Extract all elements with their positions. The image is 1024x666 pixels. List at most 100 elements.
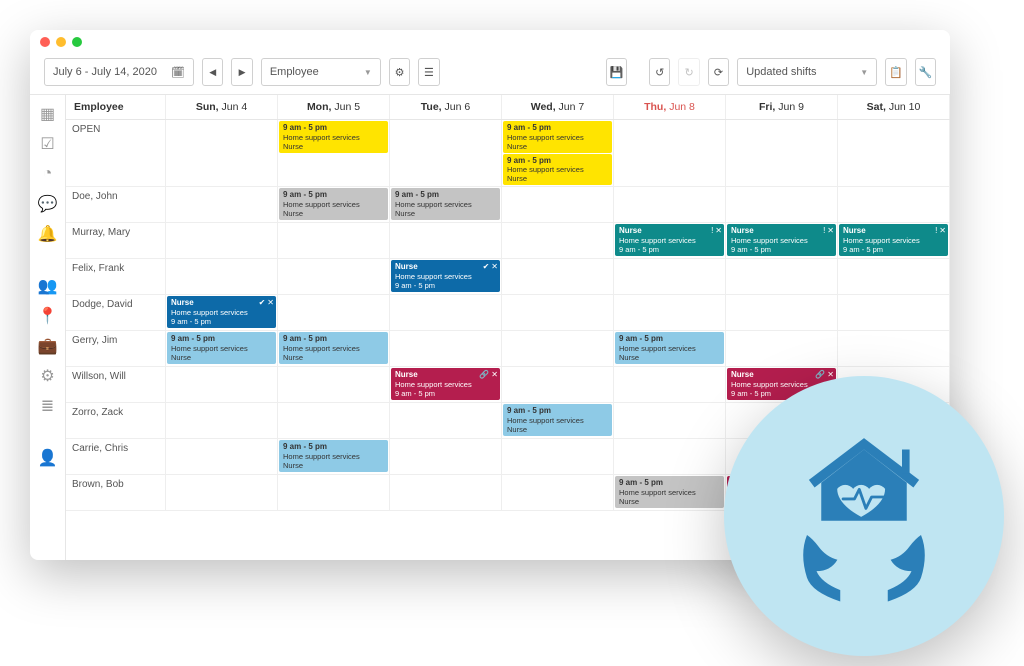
day-cell[interactable] — [838, 331, 950, 366]
filter-select[interactable]: Updated shifts ▼ — [737, 58, 877, 86]
day-cell[interactable] — [390, 295, 502, 330]
day-cell[interactable] — [502, 223, 614, 258]
day-cell[interactable] — [390, 331, 502, 366]
day-cell[interactable] — [502, 439, 614, 474]
profile-button[interactable]: 👤 — [39, 449, 57, 467]
employee-name[interactable]: Brown, Bob — [66, 475, 166, 510]
shift-card[interactable]: NurseHome support services9 am - 5 pm✔✕ — [167, 296, 276, 328]
shift-card[interactable]: 9 am - 5 pmHome support servicesNurse — [279, 188, 388, 220]
day-cell[interactable]: 9 am - 5 pmHome support servicesNurse — [166, 331, 278, 366]
employee-name[interactable]: OPEN — [66, 120, 166, 186]
day-cell[interactable] — [390, 120, 502, 186]
minimize-icon[interactable] — [56, 37, 66, 47]
prev-week-button[interactable]: ◀ — [202, 58, 223, 86]
day-cell[interactable] — [278, 475, 390, 510]
day-cell[interactable] — [166, 403, 278, 438]
shift-card[interactable]: 9 am - 5 pmHome support servicesNurse — [279, 440, 388, 472]
shift-status-icon[interactable]: ✕ — [715, 226, 722, 236]
shift-status-icon[interactable]: ✕ — [267, 298, 274, 308]
day-cell[interactable]: 9 am - 5 pmHome support servicesNurse — [390, 187, 502, 222]
employee-name[interactable]: Dodge, David — [66, 295, 166, 330]
shift-card[interactable]: NurseHome support services9 am - 5 pm!✕ — [727, 224, 836, 256]
maximize-icon[interactable] — [72, 37, 82, 47]
alerts-button[interactable]: 🔔 — [39, 225, 57, 243]
list-button[interactable]: ≣ — [39, 397, 57, 415]
shift-status-icon[interactable]: ! — [711, 226, 713, 236]
day-cell[interactable] — [278, 403, 390, 438]
day-cell[interactable] — [614, 120, 726, 186]
day-cell[interactable] — [838, 187, 950, 222]
column-header-day[interactable]: Tue, Jun 6 — [390, 95, 502, 119]
sliders-button[interactable]: ☰ — [418, 58, 439, 86]
shift-status-icon[interactable]: ✕ — [827, 226, 834, 236]
shift-card[interactable]: 9 am - 5 pmHome support servicesNurse — [503, 121, 612, 153]
column-header-employee[interactable]: Employee — [66, 95, 166, 119]
day-cell[interactable] — [502, 331, 614, 366]
shift-status-icon[interactable]: ✔ — [259, 298, 266, 308]
day-cell[interactable] — [614, 187, 726, 222]
day-cell[interactable] — [166, 367, 278, 402]
reports-button[interactable]: ◔ — [39, 165, 57, 183]
grid-view-button[interactable]: ▦ — [39, 105, 57, 123]
day-cell[interactable] — [726, 259, 838, 294]
day-cell[interactable]: 9 am - 5 pmHome support servicesNurse — [614, 331, 726, 366]
employee-name[interactable]: Willson, Will — [66, 367, 166, 402]
day-cell[interactable] — [502, 295, 614, 330]
column-header-day[interactable]: Wed, Jun 7 — [502, 95, 614, 119]
day-cell[interactable]: NurseHome support services9 am - 5 pm!✕ — [838, 223, 950, 258]
save-button[interactable]: 💾 — [606, 58, 627, 86]
day-cell[interactable]: 9 am - 5 pmHome support servicesNurse — [278, 439, 390, 474]
shift-card[interactable]: 9 am - 5 pmHome support servicesNurse — [503, 154, 612, 186]
shift-status-icon[interactable]: ✔ — [483, 262, 490, 272]
shift-status-icon[interactable]: ! — [935, 226, 937, 236]
employee-name[interactable]: Zorro, Zack — [66, 403, 166, 438]
day-cell[interactable] — [614, 403, 726, 438]
day-cell[interactable]: 9 am - 5 pmHome support servicesNurse — [278, 120, 390, 186]
day-cell[interactable] — [838, 295, 950, 330]
employee-name[interactable]: Murray, Mary — [66, 223, 166, 258]
employee-name[interactable]: Felix, Frank — [66, 259, 166, 294]
shift-card[interactable]: 9 am - 5 pmHome support servicesNurse — [615, 476, 724, 508]
column-header-day[interactable]: Thu, Jun 8 — [614, 95, 726, 119]
shift-card[interactable]: NurseHome support services9 am - 5 pm✔✕ — [391, 260, 500, 292]
day-cell[interactable] — [166, 187, 278, 222]
day-cell[interactable] — [614, 295, 726, 330]
shift-status-icon[interactable]: 🔗 — [479, 370, 489, 380]
employee-name[interactable]: Gerry, Jim — [66, 331, 166, 366]
chat-button[interactable]: 💬 — [39, 195, 57, 213]
day-cell[interactable] — [838, 120, 950, 186]
day-cell[interactable] — [502, 367, 614, 402]
day-cell[interactable] — [726, 331, 838, 366]
day-cell[interactable]: 9 am - 5 pmHome support servicesNurse — [278, 187, 390, 222]
date-range-select[interactable]: July 6 - July 14, 2020 🗓 — [44, 58, 194, 86]
day-cell[interactable] — [390, 403, 502, 438]
day-cell[interactable] — [278, 223, 390, 258]
day-cell[interactable] — [390, 439, 502, 474]
day-cell[interactable]: 9 am - 5 pmHome support servicesNurse — [502, 403, 614, 438]
day-cell[interactable]: NurseHome support services9 am - 5 pm🔗✕ — [390, 367, 502, 402]
tasks-button[interactable]: ☑ — [39, 135, 57, 153]
day-cell[interactable] — [278, 367, 390, 402]
day-cell[interactable] — [726, 295, 838, 330]
day-cell[interactable]: NurseHome support services9 am - 5 pm!✕ — [614, 223, 726, 258]
briefcase-button[interactable]: 💼 — [39, 337, 57, 355]
shift-card[interactable]: NurseHome support services9 am - 5 pm🔗✕ — [391, 368, 500, 400]
employee-name[interactable]: Doe, John — [66, 187, 166, 222]
next-week-button[interactable]: ▶ — [231, 58, 252, 86]
team-button[interactable]: 👥 — [39, 277, 57, 295]
day-cell[interactable]: 9 am - 5 pmHome support servicesNurse — [614, 475, 726, 510]
shift-card[interactable]: 9 am - 5 pmHome support servicesNurse — [279, 121, 388, 153]
day-cell[interactable] — [166, 259, 278, 294]
day-cell[interactable] — [166, 439, 278, 474]
shift-card[interactable]: NurseHome support services9 am - 5 pm!✕ — [839, 224, 948, 256]
day-cell[interactable]: NurseHome support services9 am - 5 pm✔✕ — [166, 295, 278, 330]
day-cell[interactable] — [614, 367, 726, 402]
employee-name[interactable]: Carrie, Chris — [66, 439, 166, 474]
shift-card[interactable]: 9 am - 5 pmHome support servicesNurse — [615, 332, 724, 364]
undo-button[interactable]: ↺ — [649, 58, 670, 86]
column-header-day[interactable]: Fri, Jun 9 — [726, 95, 838, 119]
day-cell[interactable] — [502, 475, 614, 510]
day-cell[interactable] — [278, 295, 390, 330]
column-header-day[interactable]: Mon, Jun 5 — [278, 95, 390, 119]
tools-button[interactable]: 🔧 — [915, 58, 936, 86]
